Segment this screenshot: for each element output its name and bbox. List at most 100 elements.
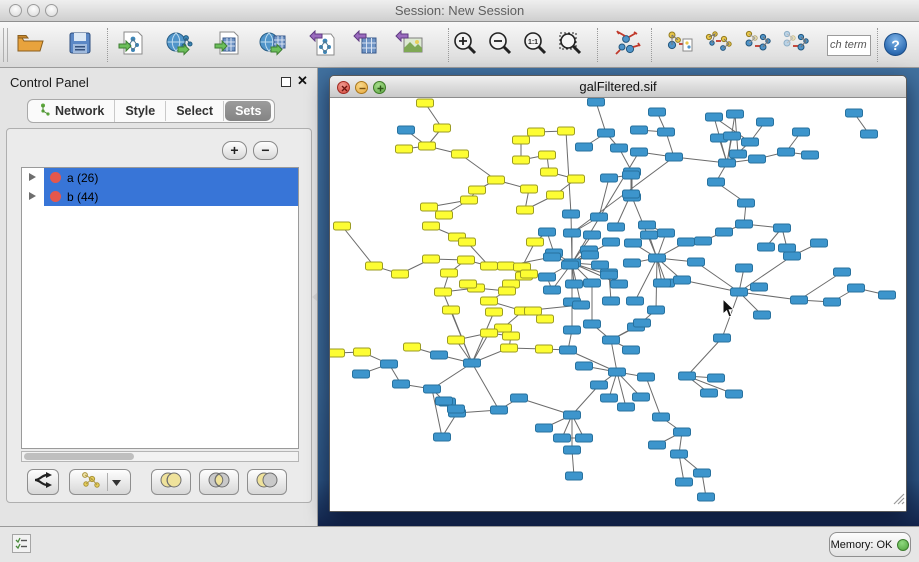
network-node[interactable] <box>749 155 766 163</box>
network-node[interactable] <box>623 190 640 198</box>
network-node[interactable] <box>601 271 618 279</box>
network-node[interactable] <box>419 142 436 150</box>
network-node[interactable] <box>503 332 520 340</box>
network-node[interactable] <box>666 153 683 161</box>
network-node[interactable] <box>603 336 620 344</box>
set-row-a[interactable]: a (26) <box>22 168 298 187</box>
union-set-button[interactable] <box>701 29 735 61</box>
create-set-button[interactable] <box>663 29 697 61</box>
network-node[interactable] <box>564 326 581 334</box>
network-node[interactable] <box>674 276 691 284</box>
network-node[interactable] <box>694 469 711 477</box>
network-node[interactable] <box>706 113 723 121</box>
network-node[interactable] <box>658 128 675 136</box>
network-node[interactable] <box>381 360 398 368</box>
zoom-selected-button[interactable] <box>553 29 587 61</box>
network-node[interactable] <box>754 311 771 319</box>
network-view-window[interactable]: galFiltered.sif <box>329 75 907 512</box>
network-node[interactable] <box>638 373 655 381</box>
horizontal-scrollbar[interactable] <box>21 451 299 462</box>
network-node[interactable] <box>588 98 605 106</box>
network-node[interactable] <box>678 238 695 246</box>
network-node[interactable] <box>631 126 648 134</box>
network-node[interactable] <box>598 129 615 137</box>
network-node[interactable] <box>802 151 819 159</box>
network-node[interactable] <box>609 368 626 376</box>
network-node[interactable] <box>393 380 410 388</box>
network-node[interactable] <box>353 370 370 378</box>
network-node[interactable] <box>811 239 828 247</box>
network-node[interactable] <box>730 150 747 158</box>
import-table-url-button[interactable] <box>256 29 290 61</box>
network-node[interactable] <box>601 394 618 402</box>
network-node[interactable] <box>434 124 451 132</box>
intersection-button[interactable] <box>199 469 239 495</box>
network-node[interactable] <box>461 196 478 204</box>
network-node[interactable] <box>751 283 768 291</box>
network-node[interactable] <box>417 99 434 107</box>
task-monitor-button[interactable] <box>12 534 31 553</box>
expand-triangle-icon[interactable] <box>29 173 36 181</box>
network-node[interactable] <box>566 280 583 288</box>
network-node[interactable] <box>537 315 554 323</box>
network-node[interactable] <box>618 403 635 411</box>
network-node[interactable] <box>679 372 696 380</box>
network-node[interactable] <box>421 203 438 211</box>
network-node[interactable] <box>603 238 620 246</box>
network-node[interactable] <box>469 186 486 194</box>
network-node[interactable] <box>536 345 553 353</box>
toolbar-drag-handle[interactable] <box>3 28 8 62</box>
union-button[interactable] <box>151 469 191 495</box>
network-node[interactable] <box>649 254 666 262</box>
network-node[interactable] <box>623 346 640 354</box>
import-table-file-button[interactable] <box>210 29 244 61</box>
import-network-url-button[interactable] <box>163 29 197 61</box>
panel-divider-handle[interactable] <box>312 293 317 301</box>
network-node[interactable] <box>592 261 609 269</box>
network-node[interactable] <box>631 148 648 156</box>
network-node[interactable] <box>527 238 544 246</box>
network-node[interactable] <box>701 389 718 397</box>
network-node[interactable] <box>491 406 508 414</box>
network-node[interactable] <box>513 136 530 144</box>
network-node[interactable] <box>774 224 791 232</box>
network-node[interactable] <box>824 298 841 306</box>
network-node[interactable] <box>653 413 670 421</box>
network-node[interactable] <box>608 223 625 231</box>
network-node[interactable] <box>611 280 628 288</box>
network-node[interactable] <box>724 132 741 140</box>
network-node[interactable] <box>576 434 593 442</box>
network-node[interactable] <box>625 239 642 247</box>
network-node[interactable] <box>846 109 863 117</box>
network-node[interactable] <box>547 191 564 199</box>
import-network-file-button[interactable] <box>114 29 148 61</box>
network-node[interactable] <box>736 264 753 272</box>
float-panel-icon[interactable] <box>281 77 291 87</box>
network-node[interactable] <box>582 251 599 259</box>
network-node[interactable] <box>603 297 620 305</box>
network-node[interactable] <box>459 238 476 246</box>
network-node[interactable] <box>564 446 581 454</box>
network-node[interactable] <box>879 291 896 299</box>
set-row-b[interactable]: b (44) <box>22 187 298 206</box>
network-node[interactable] <box>481 262 498 270</box>
network-node[interactable] <box>708 178 725 186</box>
network-node[interactable] <box>708 374 725 382</box>
network-node[interactable] <box>460 280 477 288</box>
network-node[interactable] <box>560 346 577 354</box>
network-node[interactable] <box>641 231 658 239</box>
network-node[interactable] <box>591 213 608 221</box>
export-network-button[interactable] <box>305 29 339 61</box>
network-node[interactable] <box>671 450 688 458</box>
network-node[interactable] <box>834 268 851 276</box>
network-node[interactable] <box>633 393 650 401</box>
difference-set-button[interactable] <box>778 29 812 61</box>
network-node[interactable] <box>719 159 736 167</box>
network-node[interactable] <box>544 253 561 261</box>
network-node[interactable] <box>334 222 351 230</box>
network-node[interactable] <box>544 286 561 294</box>
network-node[interactable] <box>695 237 712 245</box>
network-node[interactable] <box>564 411 581 419</box>
network-node[interactable] <box>452 150 469 158</box>
network-node[interactable] <box>791 296 808 304</box>
